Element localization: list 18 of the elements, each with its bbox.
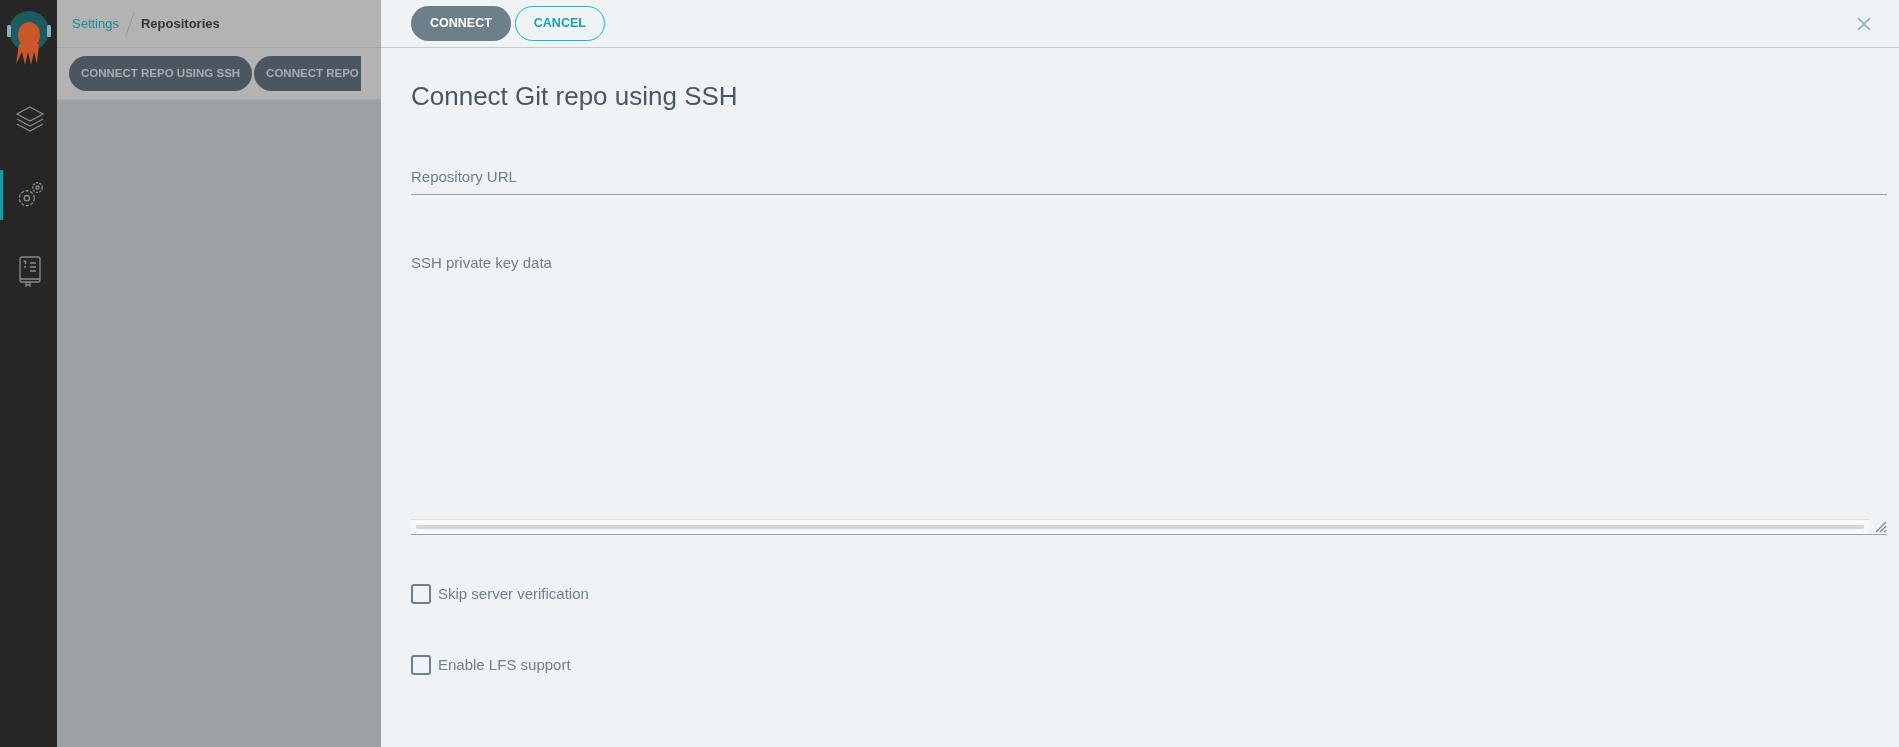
checkbox-label: Enable LFS support xyxy=(438,654,571,675)
logo xyxy=(5,8,52,66)
checkbox[interactable] xyxy=(411,584,431,605)
resize-handle-icon[interactable] xyxy=(1873,519,1887,533)
toolbar-button[interactable]: CONNECT REPO xyxy=(254,56,361,91)
connect-button[interactable]: CONNECT xyxy=(411,6,511,41)
breadcrumb-separator-icon xyxy=(123,9,137,38)
panel-title: Connect Git repo using SSH xyxy=(411,80,739,112)
ssh-key-field[interactable]: SSH private key data xyxy=(411,245,1887,535)
repository-url-field[interactable]: Repository URL xyxy=(411,162,1887,195)
breadcrumb-link[interactable]: Settings xyxy=(72,13,119,34)
close-icon[interactable] xyxy=(1857,16,1871,31)
toolbar-button[interactable]: CONNECT REPO USING SSH xyxy=(69,56,253,91)
checkbox[interactable] xyxy=(411,654,431,675)
checkbox-label: Skip server verification xyxy=(438,584,589,604)
scrollbar[interactable] xyxy=(411,518,1869,534)
breadcrumb-current: Repositories xyxy=(141,14,220,33)
book-icon xyxy=(17,255,43,287)
